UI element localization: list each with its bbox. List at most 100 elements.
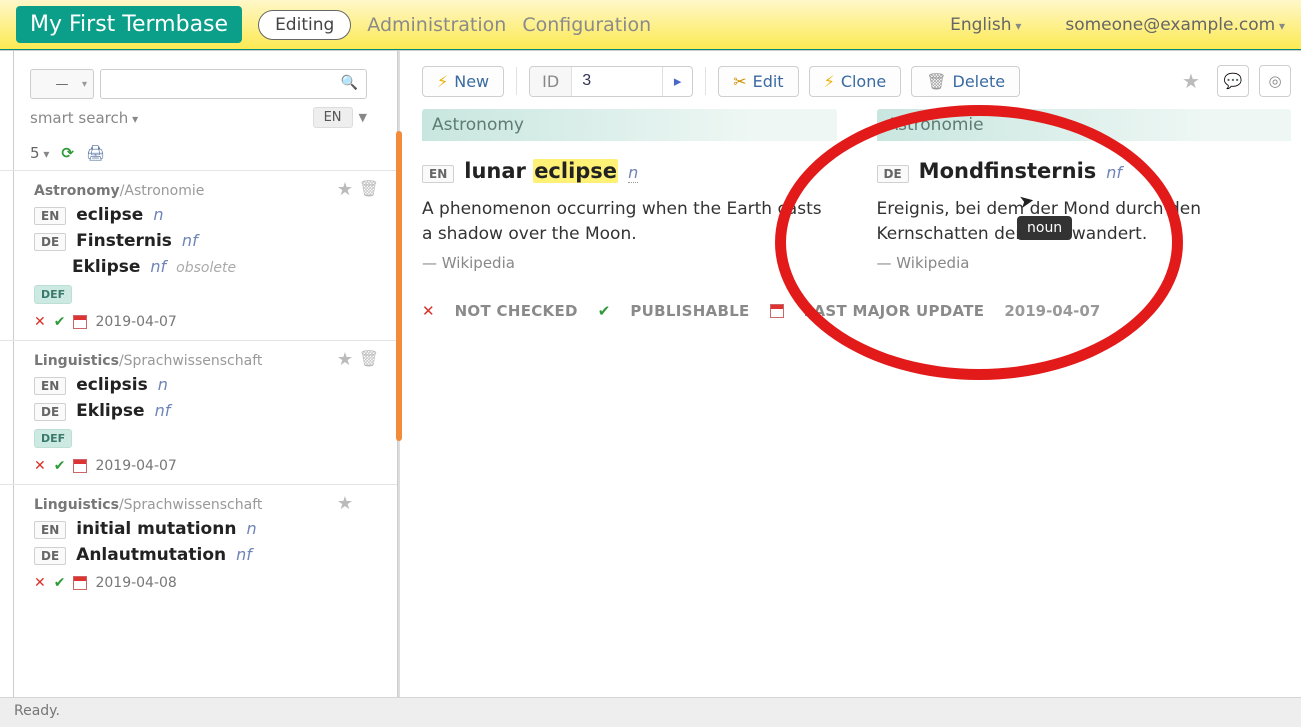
domain-primary: Linguistics	[34, 497, 119, 513]
last-update-label: LAST MAJOR UPDATE	[804, 302, 985, 320]
filter-lang-chip[interactable]: EN	[313, 107, 353, 128]
result-count[interactable]: 5	[30, 144, 49, 162]
trash-icon[interactable]: 🗑	[359, 349, 379, 368]
id-field[interactable]: ID ▸	[529, 66, 693, 97]
term-text: Finsternis	[76, 231, 172, 251]
print-icon[interactable]: 🖨	[86, 144, 105, 162]
scissors-icon: ✂	[733, 72, 746, 91]
headword-right: Mondfinsternis	[919, 159, 1097, 183]
def-badge: DEF	[34, 429, 72, 448]
term-text: Eklipse	[72, 257, 140, 277]
grammar-tag: n	[246, 519, 256, 538]
def-badge: DEF	[34, 285, 72, 304]
grammar-tag-left[interactable]: n	[628, 163, 638, 183]
tooltip: noun	[1017, 216, 1072, 240]
id-input[interactable]	[572, 67, 662, 96]
refresh-icon[interactable]: ⟳	[61, 144, 74, 162]
brand-badge[interactable]: My First Termbase	[16, 6, 242, 43]
calendar-icon	[73, 576, 87, 590]
lang-badge-en: EN	[422, 165, 454, 183]
lang-badge: DE	[34, 233, 66, 251]
search-icon[interactable]: 🔍	[341, 75, 358, 91]
lightning-icon: ⚡	[824, 72, 835, 91]
definition-right: Ereignis, bei dem der Mond durch den Ker…	[877, 197, 1292, 246]
term-text: Anlautmutation	[76, 545, 226, 565]
id-label: ID	[530, 67, 572, 96]
star-icon[interactable]: ★	[337, 493, 353, 514]
detail-pane: ⚡New ID ▸ ✂Edit ⚡Clone 🗑Delete ★ 💬 ◎ Ast…	[400, 51, 1301, 697]
new-button[interactable]: ⚡New	[422, 66, 504, 97]
term-text: eclipse	[76, 205, 143, 225]
domain-primary: Linguistics	[34, 353, 119, 369]
entry-date: 2019-04-08	[95, 575, 176, 591]
x-icon: ✕	[422, 302, 435, 320]
sidebar: — 🔍 smart search EN ▼ 5 ⟳ 🖨 ★ 🗑 Astronom…	[0, 51, 398, 697]
domain-primary: Astronomy	[34, 183, 120, 199]
check-icon: ✔	[54, 458, 66, 474]
delete-button[interactable]: 🗑Delete	[911, 66, 1020, 97]
trash-icon[interactable]: 🗑	[359, 179, 379, 198]
domain-secondary: /Sprachwissenschaft	[119, 497, 262, 513]
clone-button[interactable]: ⚡Clone	[809, 66, 902, 97]
domain-secondary: /Astronomie	[120, 183, 205, 199]
check-icon: ✔	[54, 575, 66, 591]
top-bar: My First Termbase Editing Administration…	[0, 0, 1301, 50]
mode-pill[interactable]: Editing	[258, 10, 351, 40]
nav-administration[interactable]: Administration	[367, 14, 506, 36]
lang-badge: EN	[34, 521, 66, 539]
obsolete-tag: obsolete	[176, 260, 236, 276]
smart-search-toggle[interactable]: smart search	[30, 109, 138, 127]
check-icon: ✔	[598, 302, 611, 320]
grammar-tag: n	[158, 375, 168, 394]
target-button[interactable]: ◎	[1259, 65, 1291, 97]
grammar-tag: n	[153, 205, 163, 224]
language-dropdown[interactable]: English	[950, 15, 1021, 35]
trash-icon: 🗑	[926, 72, 946, 91]
grammar-tag-right: nf	[1106, 163, 1122, 182]
nav-configuration[interactable]: Configuration	[522, 14, 651, 36]
calendar-icon	[73, 459, 87, 473]
entry-date: 2019-04-07	[95, 314, 176, 330]
x-icon: ✕	[34, 458, 46, 474]
domain-secondary: /Sprachwissenschaft	[119, 353, 262, 369]
list-item[interactable]: ★ 🗑 Linguistics/Sprachwissenschaft EN ecl…	[0, 340, 397, 484]
detail-toolbar: ⚡New ID ▸ ✂Edit ⚡Clone 🗑Delete ★ 💬 ◎	[422, 59, 1291, 109]
lang-badge: EN	[34, 377, 66, 395]
list-item[interactable]: ★ 🗑 Astronomy/Astronomie ENeclipsenDEFin…	[0, 170, 397, 340]
calendar-icon	[73, 315, 87, 329]
star-icon[interactable]: ★	[337, 349, 353, 370]
filter-caret-icon[interactable]: ▼	[359, 111, 367, 124]
term-text: initial mutationn	[76, 519, 236, 539]
domain-heading-right: Astronomie	[877, 109, 1292, 141]
status-publishable: PUBLISHABLE	[630, 302, 749, 320]
search-input[interactable]: 🔍	[100, 69, 367, 99]
grammar-tag: nf	[182, 231, 198, 250]
grammar-tag: nf	[150, 257, 166, 276]
id-go-icon[interactable]: ▸	[662, 67, 692, 96]
term-text: eclipsis	[76, 375, 148, 395]
results-list: ★ 🗑 Astronomy/Astronomie ENeclipsenDEFin…	[0, 170, 397, 697]
source-left: — Wikipedia	[422, 254, 837, 272]
grammar-tag: nf	[236, 545, 252, 564]
headword-left: lunar eclipse	[464, 159, 618, 183]
lang-badge: DE	[34, 403, 66, 421]
edit-button[interactable]: ✂Edit	[718, 66, 798, 97]
list-item[interactable]: ★ Linguistics/Sprachwissenschaft EN initi…	[0, 484, 397, 601]
last-update-date: 2019-04-07	[1004, 302, 1100, 320]
user-menu[interactable]: someone@example.com	[1065, 15, 1285, 35]
source-right: — Wikipedia	[877, 254, 1292, 272]
calendar-icon	[770, 304, 784, 318]
check-icon: ✔	[54, 314, 66, 330]
status-row: ✕ NOT CHECKED ✔ PUBLISHABLE LAST MAJOR U…	[422, 302, 1291, 320]
search-lang-select[interactable]: —	[30, 69, 94, 99]
star-button[interactable]: ★	[1175, 65, 1207, 97]
term-text: Eklipse	[76, 401, 144, 421]
status-bar: Ready.	[0, 697, 1301, 727]
lang-badge: DE	[34, 547, 66, 565]
lightning-icon: ⚡	[437, 72, 448, 91]
star-icon[interactable]: ★	[337, 179, 353, 200]
comment-button[interactable]: 💬	[1217, 65, 1249, 97]
x-icon: ✕	[34, 575, 46, 591]
definition-left: A phenomenon occurring when the Earth ca…	[422, 197, 837, 246]
lang-badge-de: DE	[877, 165, 909, 183]
